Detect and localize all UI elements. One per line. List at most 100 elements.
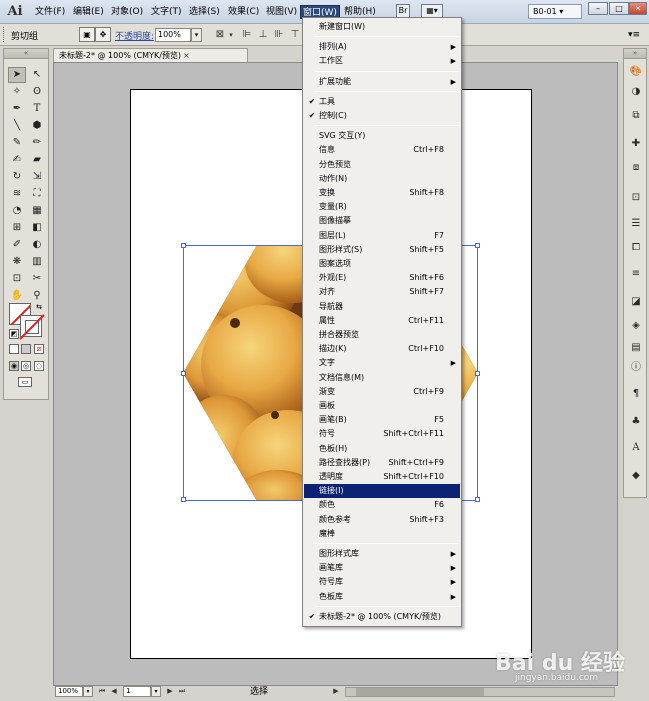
window-menu-item[interactable]: 色板库 ▶ bbox=[304, 590, 460, 604]
gradient-tool-icon[interactable]: ◧ bbox=[28, 220, 46, 236]
resize-handle[interactable] bbox=[181, 497, 186, 502]
shape-builder-tool-icon[interactable]: ◔ bbox=[8, 203, 26, 219]
arrange-documents-icon[interactable]: ▦▾ bbox=[421, 4, 443, 18]
bridge-icon[interactable]: Br bbox=[396, 4, 410, 18]
maximize-button[interactable]: □ bbox=[609, 2, 629, 15]
layers-icon[interactable]: ☰ bbox=[627, 215, 645, 233]
free-transform-tool-icon[interactable]: ⛶ bbox=[28, 186, 46, 202]
menu-4[interactable]: 选择(S) bbox=[187, 5, 222, 19]
window-menu-item[interactable]: ✔ 未标题-2* @ 100% (CMYK/预览) bbox=[304, 610, 460, 624]
window-menu-item[interactable]: 渐变 Ctrl+F9 bbox=[304, 385, 460, 399]
window-menu-item[interactable]: 动作(N) bbox=[304, 172, 460, 186]
dock-expand-icon[interactable]: » bbox=[624, 49, 646, 59]
next-artboard-icon[interactable]: ▶ bbox=[165, 686, 175, 697]
paragraph-icon[interactable]: ¶ bbox=[627, 385, 645, 403]
window-menu-item[interactable]: 分色预览 bbox=[304, 158, 460, 172]
previous-artboard-icon[interactable]: ◀ bbox=[109, 686, 119, 697]
menu-0[interactable]: 文件(F) bbox=[33, 5, 67, 19]
direct-selection-tool-icon[interactable]: ↖ bbox=[28, 67, 46, 83]
color-mode-icon[interactable] bbox=[9, 344, 19, 354]
symbols-icon[interactable]: ♣ bbox=[627, 413, 645, 431]
window-menu-item[interactable]: 变量(R) bbox=[304, 200, 460, 214]
window-menu-item[interactable]: 排列(A) ▶ bbox=[304, 40, 460, 54]
warp-tool-icon[interactable]: ≋ bbox=[8, 186, 26, 202]
resize-handle[interactable] bbox=[475, 371, 480, 376]
swap-colors-icon[interactable]: ⇆ bbox=[34, 303, 44, 313]
align-center-icon[interactable]: ⊥ bbox=[256, 28, 270, 42]
resize-handle[interactable] bbox=[475, 243, 480, 248]
rotate-tool-icon[interactable]: ↻ bbox=[8, 169, 26, 185]
window-menu-item[interactable]: 画板 bbox=[304, 399, 460, 413]
mesh-tool-icon[interactable]: ⊞ bbox=[8, 220, 26, 236]
resize-handle[interactable] bbox=[181, 243, 186, 248]
window-menu-item[interactable]: 对齐 Shift+F7 bbox=[304, 285, 460, 299]
window-menu-item[interactable]: 图层(L) F7 bbox=[304, 229, 460, 243]
window-menu-item[interactable]: 图案选项 bbox=[304, 257, 460, 271]
pencil-tool-icon[interactable]: ✏ bbox=[28, 135, 46, 151]
window-menu-item[interactable]: 工作区 ▶ bbox=[304, 54, 460, 68]
artboards-icon[interactable]: ⧠ bbox=[627, 239, 645, 257]
gradient-mode-icon[interactable] bbox=[21, 344, 31, 354]
window-menu-item[interactable]: 图像描摹 bbox=[304, 214, 460, 228]
hand-tool-icon[interactable]: ✋ bbox=[8, 288, 26, 304]
artboard-number-input[interactable]: 1 bbox=[123, 686, 151, 697]
resize-handle[interactable] bbox=[181, 371, 186, 376]
slice-tool-icon[interactable]: ✂ bbox=[28, 271, 46, 287]
default-colors-icon[interactable]: ◩ bbox=[9, 329, 19, 339]
layers-stack-icon[interactable]: ◆ bbox=[627, 467, 645, 485]
window-menu-item[interactable]: 链接(I) bbox=[304, 484, 460, 499]
perspective-grid-tool-icon[interactable]: ▦ bbox=[28, 203, 46, 219]
transform-icon[interactable]: ⧈ bbox=[627, 159, 645, 177]
draw-behind-icon[interactable]: ◎ bbox=[21, 361, 31, 371]
opacity-dropdown-icon[interactable]: ▾ bbox=[191, 28, 202, 42]
window-menu-item[interactable]: 信息 Ctrl+F8 bbox=[304, 143, 460, 157]
align-panel-icon[interactable]: ⊡ bbox=[627, 189, 645, 207]
document-info-icon[interactable]: ⧉ bbox=[627, 107, 645, 125]
horizontal-scrollbar[interactable] bbox=[345, 687, 615, 697]
selection-tool-icon[interactable]: ➤ bbox=[8, 67, 26, 83]
window-menu-item[interactable]: 路径查找器(P) Shift+Ctrl+F9 bbox=[304, 456, 460, 470]
window-menu-item[interactable]: 新建窗口(W) bbox=[304, 20, 460, 34]
pathfinder-icon[interactable]: ✚ bbox=[627, 135, 645, 153]
scrollbar-thumb[interactable] bbox=[356, 688, 484, 696]
edit-contents-icon[interactable]: ✥ bbox=[95, 27, 111, 42]
eraser-tool-icon[interactable]: ▰ bbox=[28, 152, 46, 168]
blend-tool-icon[interactable]: ◐ bbox=[28, 237, 46, 253]
window-menu-item[interactable]: 魔棒 bbox=[304, 527, 460, 541]
resize-handle[interactable] bbox=[475, 497, 480, 502]
window-menu-item[interactable]: 文档信息(M) bbox=[304, 371, 460, 385]
transparency-icon[interactable]: ▤ bbox=[627, 339, 645, 357]
last-artboard-icon[interactable]: ⏭ bbox=[177, 686, 187, 697]
window-menu-item[interactable]: 透明度 Shift+Ctrl+F10 bbox=[304, 470, 460, 484]
menu-1[interactable]: 编辑(E) bbox=[71, 5, 106, 19]
align-top-icon[interactable]: ⊤ bbox=[288, 28, 302, 42]
window-menu-item[interactable]: ✔ 控制(C) bbox=[304, 109, 460, 123]
scale-tool-icon[interactable]: ⇲ bbox=[28, 169, 46, 185]
first-artboard-icon[interactable]: ⏮ bbox=[97, 686, 107, 697]
window-menu-item[interactable]: 变换 Shift+F8 bbox=[304, 186, 460, 200]
status-menu-icon[interactable]: ▶ bbox=[331, 686, 341, 697]
window-menu-item[interactable]: 外观(E) Shift+F6 bbox=[304, 271, 460, 285]
window-menu-item[interactable]: 画笔(B) F5 bbox=[304, 413, 460, 427]
color-panel-icon[interactable]: 🎨 bbox=[627, 63, 645, 81]
opacity-input[interactable]: 100% bbox=[155, 28, 191, 42]
workspace-switcher[interactable]: B0-01 ▾ bbox=[528, 4, 582, 19]
edit-clipping-path-icon[interactable]: ▣ bbox=[79, 27, 95, 42]
window-menu-item[interactable]: 拼合器预览 bbox=[304, 328, 460, 342]
lasso-tool-icon[interactable]: ʘ bbox=[28, 84, 46, 100]
window-menu-item[interactable]: 颜色参考 Shift+F3 bbox=[304, 513, 460, 527]
window-menu-item[interactable]: 符号库 ▶ bbox=[304, 575, 460, 589]
character-icon[interactable]: A bbox=[627, 439, 645, 457]
panel-collapse-icon[interactable]: « bbox=[4, 49, 48, 59]
window-menu-item[interactable]: 属性 Ctrl+F11 bbox=[304, 314, 460, 328]
grip-handle[interactable] bbox=[3, 27, 7, 42]
menu-6[interactable]: 视图(V) bbox=[264, 5, 299, 19]
minimize-button[interactable]: – bbox=[588, 2, 608, 15]
menu-2[interactable]: 对象(O) bbox=[109, 5, 145, 19]
menu-5[interactable]: 效果(C) bbox=[226, 5, 261, 19]
artboard-tool-icon[interactable]: ⊡ bbox=[8, 271, 26, 287]
zoom-input[interactable]: 100% bbox=[55, 686, 83, 697]
window-menu-item[interactable]: ✔ 工具 bbox=[304, 95, 460, 109]
polygon-tool-icon[interactable]: ⬢ bbox=[28, 118, 46, 134]
symbol-sprayer-tool-icon[interactable]: ❋ bbox=[8, 254, 26, 270]
